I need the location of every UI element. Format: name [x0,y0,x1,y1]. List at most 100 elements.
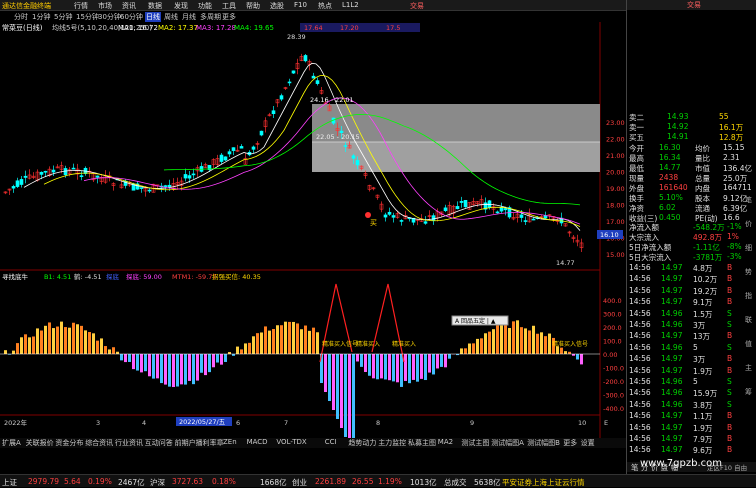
menu-item-data[interactable]: 数据 [148,1,162,11]
bottom-tab[interactable]: 趋势动力 [348,438,376,448]
period-15min[interactable]: 15分钟 [76,12,99,22]
menu-item-news[interactable]: 资讯 [122,1,136,11]
tick-price: 14.96 [661,400,682,409]
bottom-tab[interactable]: 测试幅图B [527,438,560,448]
candle-body [80,176,83,177]
flow-pct: -3% [727,252,742,261]
period-daily[interactable]: 日线 [145,12,161,22]
tick-time: 14:56 [629,331,651,340]
indicator-bar [32,336,35,354]
period-weekly[interactable]: 周线 [164,12,178,22]
bottom-tab[interactable]: 测试幅图A [491,438,524,448]
stat-value: 16.30 [659,143,680,152]
indicator-bar [464,348,467,354]
period-30min[interactable]: 30分钟 [98,12,121,22]
bottom-tab[interactable]: 测试主图 [461,438,489,448]
current-price: 16.10 [600,231,619,239]
menu-item-l1l2[interactable]: L1L2 [342,1,359,9]
bottom-tab[interactable]: 互动问答 [145,438,173,448]
bottom-tab[interactable]: 设置 [581,438,595,448]
period-more[interactable]: 更多 [222,12,236,22]
menu-item-hot[interactable]: 热点 [318,1,332,11]
period-60min[interactable]: 60分钟 [120,12,143,22]
status-cy-label[interactable]: 创业 [292,477,307,488]
period-monthly[interactable]: 月线 [182,12,196,22]
indicator-bar [84,330,87,354]
bottom-tab[interactable]: MACD [247,438,268,446]
period-timeshare[interactable]: 分时 [14,12,28,22]
menu-item-tools[interactable]: 工具 [222,1,236,11]
indicator-bar [200,354,203,373]
indicator-bar [380,354,383,378]
menu-item-function[interactable]: 功能 [198,1,212,11]
menu-item-help[interactable]: 帮助 [246,1,260,11]
kline-chart[interactable]: 精准买入信号精准买入精准买入精准买入信号 常菜豆(日线) 均线5号(5,10,2… [0,22,626,438]
indicator-bar [476,339,479,354]
bottom-tab[interactable]: 私募主图 [408,438,436,448]
indicator-bar [232,354,235,356]
tick-time: 14:56 [629,343,651,352]
candle-body [532,219,535,220]
indicator-bar [492,329,495,354]
indicator-bar [328,354,331,401]
candle-body [188,176,191,179]
indicator-bar [236,347,239,354]
bottom-tab[interactable]: ZEn [223,438,237,446]
status-total-value: 5638亿 [474,477,501,488]
status-sh-label[interactable]: 上证 [2,477,17,488]
bottom-tab[interactable]: MA2 [438,438,453,446]
period-1min[interactable]: 1分钟 [32,12,50,22]
indicator-bar [572,354,575,356]
tick-vol: 10.2万 [693,274,717,285]
buy-signal-dot [365,212,371,218]
menu-item-trade[interactable]: 交易 [410,1,424,11]
indicator-bar [40,331,43,354]
bottom-tab[interactable]: 前期户播利率章 [175,438,224,448]
date-label: 8 [376,419,380,427]
bottom-tabs: 扩展A 关联报价资金分布综合资讯行业资讯互动问答前期户播利率章ZEn MACD VOL… [0,438,626,448]
price-tick: 17.00 [606,218,625,226]
bottom-tab[interactable]: 扩展A [2,438,21,448]
indicator-bar [24,334,27,354]
indicator-bar [204,354,207,375]
indicator-name: 寻找底牛 [2,272,29,281]
status-sh-value: 2979.79 [28,477,59,486]
menu-item-quotes[interactable]: 行情 [74,1,88,11]
candle-body [280,96,283,100]
bottom-tab[interactable]: CCI [325,438,337,446]
indicator-bar [568,352,571,354]
buy-label: 买 [370,219,377,227]
indicator-bar [316,332,319,354]
candle-body [464,200,467,206]
candle-body [352,156,355,159]
bottom-tab[interactable]: 关联报价 [26,438,54,448]
indicator-bar [148,354,151,376]
tick-dir: B [727,354,732,363]
bottom-tab[interactable]: 综合资讯 [85,438,113,448]
candle-body [520,215,523,218]
menu-item-discover[interactable]: 发现 [174,1,188,11]
menu-item-select[interactable]: 选股 [270,1,284,11]
tick-vol: 5 [693,343,698,352]
indicator-bar [104,346,107,354]
indicator-bar [124,354,127,362]
bottom-tab[interactable]: 主力监控 [378,438,406,448]
trade-link[interactable]: 交易 [687,0,701,10]
bottom-tab[interactable]: 资金分布 [55,438,83,448]
menu-item-f10[interactable]: F10 [294,1,307,9]
bottom-tab[interactable]: 更多 [563,438,577,448]
bottom-tab[interactable]: VOL-TDX [276,438,306,446]
indicator-bar [516,320,519,354]
period-multi[interactable]: 多周期 [200,12,221,22]
indicator-bar [544,336,547,354]
period-5min[interactable]: 5分钟 [54,12,72,22]
bottom-tab[interactable]: 行业资讯 [115,438,143,448]
candle-body [288,82,291,83]
date-label: E [604,419,608,427]
indicator-bar [196,354,199,381]
status-sh-amount: 2467亿 [118,477,145,488]
status-hs-label[interactable]: 沪深 [150,477,165,488]
candle-body [544,216,547,218]
indicator-bar [80,326,83,354]
menu-item-market[interactable]: 市场 [98,1,112,11]
